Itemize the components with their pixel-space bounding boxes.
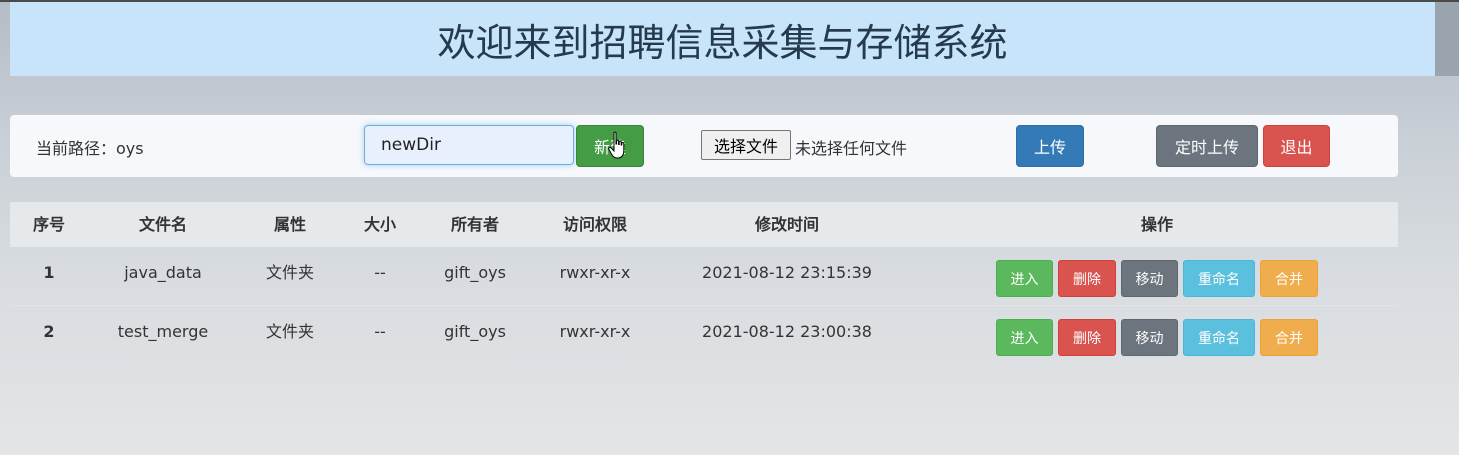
row-mtime: 2021-08-12 23:15:39 — [702, 263, 872, 282]
row-size: -- — [374, 322, 386, 341]
upload-button[interactable]: 上传 — [1016, 125, 1084, 167]
header-size: 大小 — [363, 215, 397, 234]
table-row: 2 test_merge 文件夹 -- gift_oys rwxr-xr-x 2… — [10, 306, 1398, 364]
row-filename: test_merge — [117, 322, 209, 341]
header-mtime: 修改时间 — [754, 215, 820, 234]
hand-pointer-icon — [608, 131, 625, 159]
header-owner: 所有者 — [450, 215, 500, 234]
row-index: 1 — [43, 263, 55, 282]
delete-button[interactable]: 删除 — [1058, 260, 1116, 297]
merge-button[interactable]: 合并 — [1260, 319, 1318, 356]
file-status-text: 未选择任何文件 — [795, 139, 908, 158]
row-owner: gift_oys — [444, 263, 506, 282]
table-header: 序号 文件名 属性 大小 所有者 访问权限 修改时间 操作 — [10, 202, 1398, 247]
rename-button[interactable]: 重命名 — [1183, 319, 1255, 356]
rename-button[interactable]: 重命名 — [1183, 260, 1255, 297]
enter-button[interactable]: 进入 — [996, 260, 1053, 297]
move-button[interactable]: 移动 — [1121, 319, 1178, 356]
row-permission: rwxr-xr-x — [559, 263, 631, 282]
toolbar: 当前路径：oys 新建 选择文件 未选择任何文件 上传 定时上传 退出 — [10, 115, 1398, 177]
header-actions: 操作 — [1140, 215, 1174, 234]
enter-button[interactable]: 进入 — [996, 319, 1053, 356]
file-table: 序号 文件名 属性 大小 所有者 访问权限 修改时间 操作 1 java_dat… — [10, 202, 1398, 364]
header-index: 序号 — [32, 215, 66, 234]
choose-file-button[interactable]: 选择文件 — [701, 130, 791, 160]
row-type: 文件夹 — [265, 322, 315, 341]
table-row: 1 java_data 文件夹 -- gift_oys rwxr-xr-x 20… — [10, 247, 1398, 306]
new-dir-input[interactable] — [364, 125, 574, 165]
row-size: -- — [374, 263, 386, 282]
move-button[interactable]: 移动 — [1121, 260, 1178, 297]
row-mtime: 2021-08-12 23:00:38 — [702, 322, 872, 341]
header-banner: 欢迎来到招聘信息采集与存储系统 — [10, 2, 1435, 76]
scrollbar-area — [1435, 2, 1459, 76]
row-index: 2 — [43, 322, 55, 341]
merge-button[interactable]: 合并 — [1260, 260, 1318, 297]
header-type: 属性 — [273, 215, 307, 234]
delete-button[interactable]: 删除 — [1058, 319, 1116, 356]
exit-button[interactable]: 退出 — [1263, 125, 1330, 167]
header-filename: 文件名 — [138, 215, 188, 234]
row-owner: gift_oys — [444, 322, 506, 341]
header-permission: 访问权限 — [562, 215, 628, 234]
current-path-label: 当前路径：oys — [36, 139, 144, 158]
row-type: 文件夹 — [265, 263, 315, 282]
timed-upload-button[interactable]: 定时上传 — [1156, 125, 1258, 167]
row-filename: java_data — [124, 263, 202, 282]
page-title: 欢迎来到招聘信息采集与存储系统 — [437, 20, 1008, 65]
row-permission: rwxr-xr-x — [559, 322, 631, 341]
